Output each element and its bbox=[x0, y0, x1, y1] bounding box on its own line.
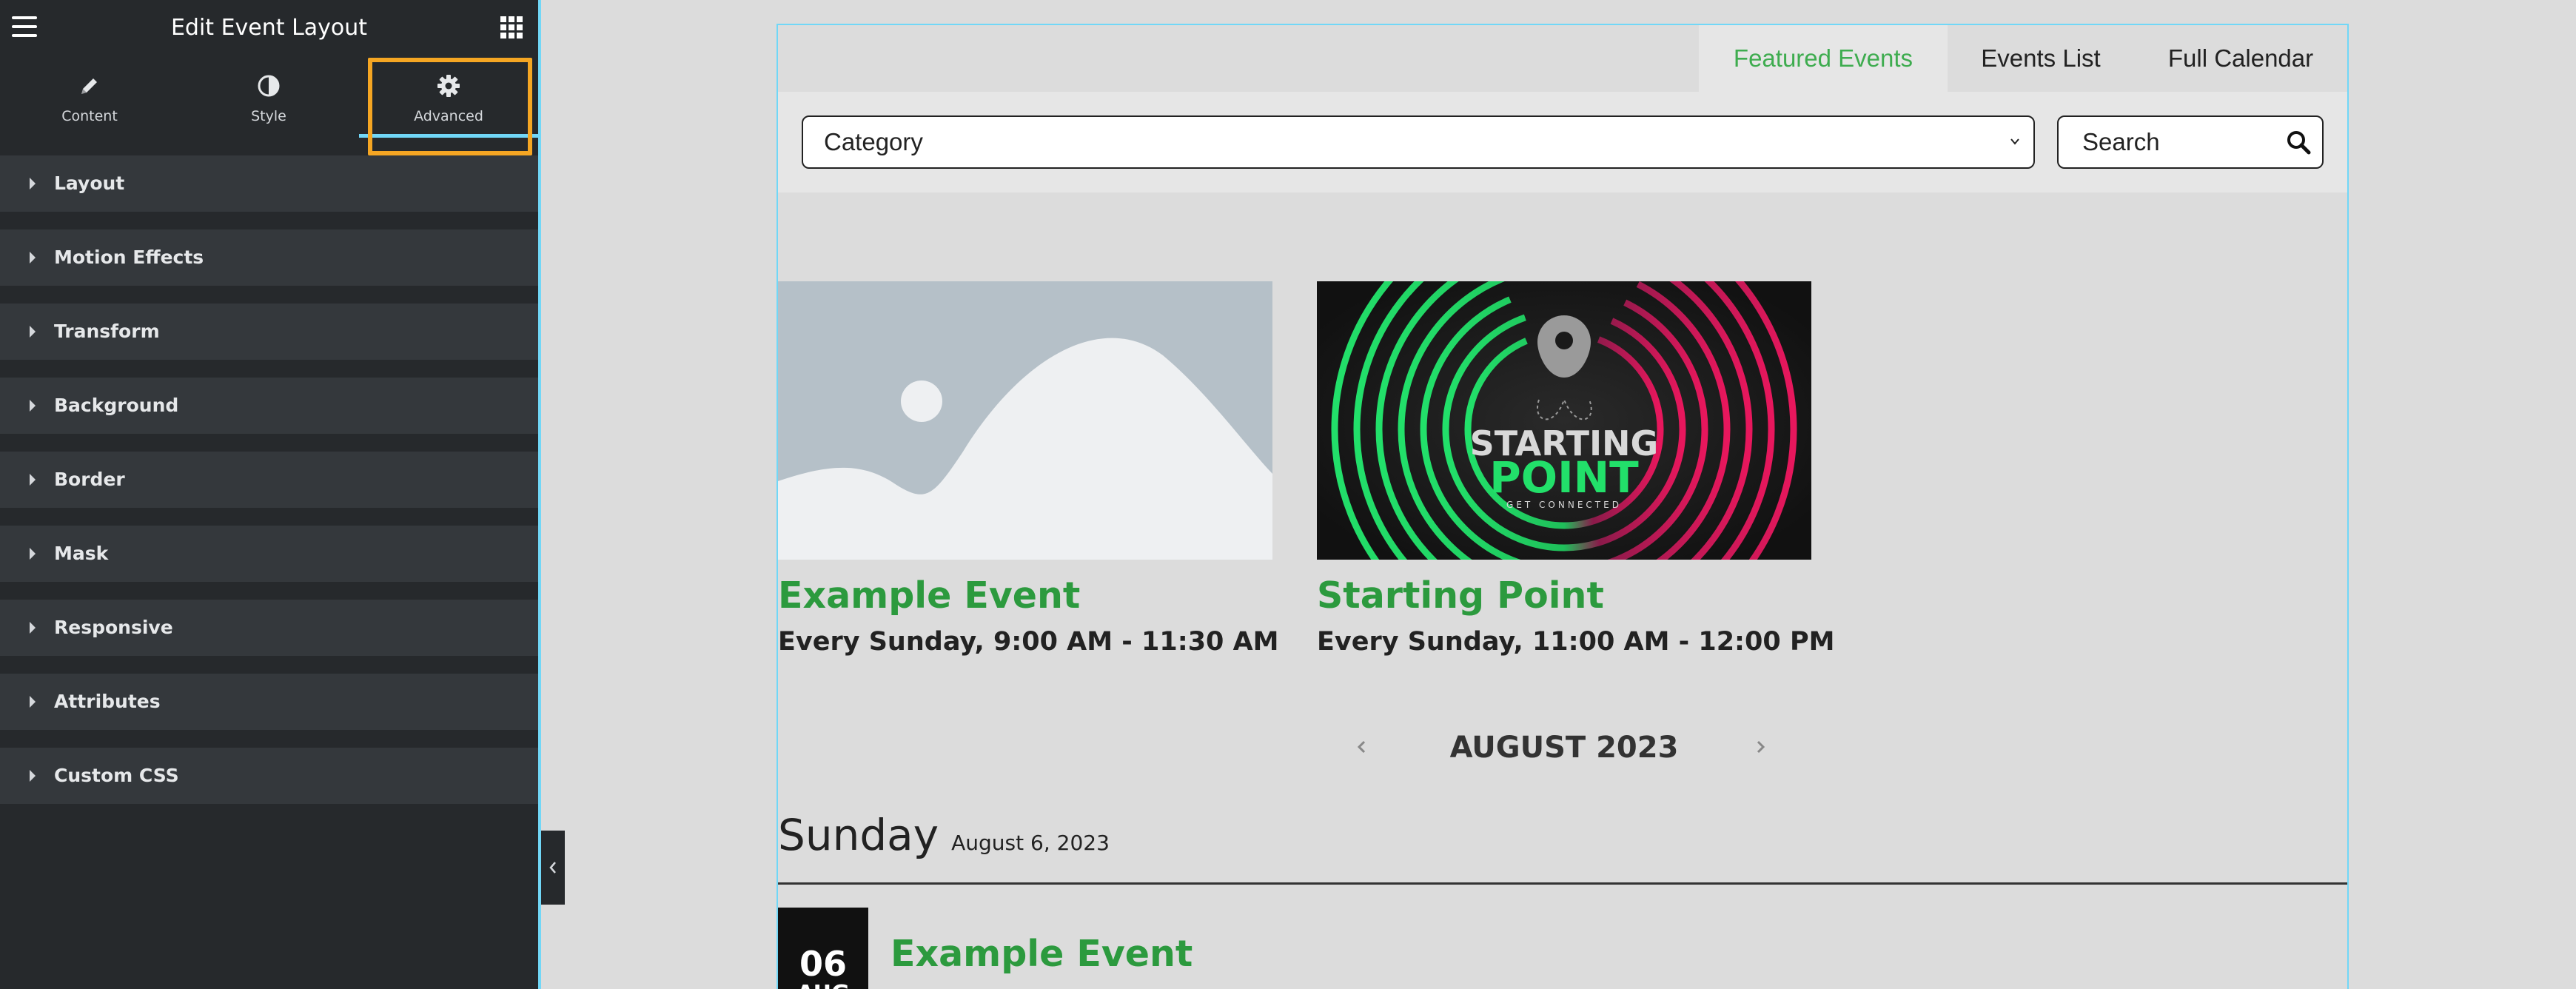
tab-full-calendar[interactable]: Full Calendar bbox=[2134, 25, 2347, 92]
gear-icon bbox=[359, 73, 538, 99]
section-mask[interactable]: Mask bbox=[0, 526, 538, 582]
category-select[interactable]: Category bbox=[802, 115, 2035, 169]
tab-style[interactable]: Style bbox=[179, 56, 358, 148]
panel-tabs: Content Style Advanced bbox=[0, 56, 538, 148]
event-title[interactable]: Starting Point bbox=[1317, 574, 1811, 617]
section-transform[interactable]: Transform bbox=[0, 304, 538, 360]
section-label: Custom CSS bbox=[54, 765, 179, 786]
caret-right-icon bbox=[30, 770, 36, 782]
section-label: Mask bbox=[54, 543, 109, 564]
section-label: Transform bbox=[54, 321, 160, 342]
active-tab-underline bbox=[359, 134, 538, 138]
featured-event-card[interactable]: STARTING POINT GET CONNECTED Starting Po… bbox=[1317, 281, 1835, 657]
featured-event-card[interactable]: Example Event Every Sunday, 9:00 AM - 11… bbox=[778, 281, 1279, 657]
collapse-panel-button[interactable] bbox=[541, 831, 565, 905]
image-text-line3: GET CONNECTED bbox=[1506, 500, 1622, 510]
events-content: Example Event Every Sunday, 9:00 AM - 11… bbox=[778, 192, 2347, 989]
section-background[interactable]: Background bbox=[0, 378, 538, 434]
event-time: Every Sunday, 11:00 AM - 12:00 PM bbox=[1317, 627, 1835, 657]
chevron-right-icon[interactable] bbox=[1754, 736, 1768, 758]
section-label: Attributes bbox=[54, 691, 161, 712]
search-input[interactable]: Search bbox=[2057, 115, 2324, 169]
tab-content[interactable]: Content bbox=[0, 56, 179, 148]
tab-events-list[interactable]: Events List bbox=[1948, 25, 2134, 92]
section-label: Motion Effects bbox=[54, 247, 204, 268]
section-attributes[interactable]: Attributes bbox=[0, 674, 538, 730]
divider bbox=[778, 882, 2347, 885]
section-label: Border bbox=[54, 469, 125, 490]
caret-right-icon bbox=[30, 622, 36, 634]
search-placeholder: Search bbox=[2082, 128, 2160, 155]
chevron-left-icon bbox=[549, 862, 556, 874]
tab-style-label: Style bbox=[251, 108, 286, 124]
section-label: Responsive bbox=[54, 617, 173, 638]
image-text-line2: POINT bbox=[1489, 452, 1639, 503]
month-navigation: AUGUST 2023 bbox=[1317, 725, 1811, 770]
section-layout[interactable]: Layout bbox=[0, 155, 538, 212]
list-event-title[interactable]: Example Event bbox=[890, 933, 1193, 975]
caret-right-icon bbox=[30, 548, 36, 560]
event-layout-widget[interactable]: Featured Events Events List Full Calenda… bbox=[777, 24, 2349, 989]
tab-advanced-label: Advanced bbox=[414, 108, 483, 124]
category-select-value: Category bbox=[824, 128, 923, 155]
view-tabs: Featured Events Events List Full Calenda… bbox=[778, 25, 2347, 92]
tab-featured-events[interactable]: Featured Events bbox=[1699, 25, 1948, 92]
caret-right-icon bbox=[30, 474, 36, 486]
chevron-down-icon bbox=[2010, 138, 2019, 145]
section-label: Layout bbox=[54, 172, 125, 194]
day-name: Sunday bbox=[778, 810, 939, 860]
event-title[interactable]: Example Event bbox=[778, 574, 1272, 617]
day-heading: Sunday August 6, 2023 bbox=[778, 810, 1110, 869]
badge-day: 06 bbox=[799, 944, 847, 984]
caret-right-icon bbox=[30, 252, 36, 264]
caret-right-icon bbox=[30, 326, 36, 338]
filter-bar: Category Search bbox=[778, 92, 2347, 192]
event-time: Every Sunday, 9:00 AM - 11:30 AM bbox=[778, 627, 1279, 657]
widgets-grid-icon[interactable] bbox=[500, 16, 523, 38]
day-date: August 6, 2023 bbox=[951, 831, 1110, 855]
search-icon[interactable] bbox=[2285, 129, 2312, 155]
month-label: AUGUST 2023 bbox=[1449, 731, 1679, 765]
starting-point-image[interactable]: STARTING POINT GET CONNECTED bbox=[1317, 281, 1811, 560]
panel-header: Edit Event Layout bbox=[0, 0, 538, 56]
caret-right-icon bbox=[30, 696, 36, 708]
section-label: Background bbox=[54, 395, 179, 416]
tab-content-label: Content bbox=[61, 108, 118, 124]
panel-title: Edit Event Layout bbox=[170, 15, 368, 41]
contrast-icon bbox=[179, 73, 358, 99]
section-motion-effects[interactable]: Motion Effects bbox=[0, 229, 538, 286]
date-badge: 06 AUG bbox=[778, 908, 868, 989]
section-responsive[interactable]: Responsive bbox=[0, 600, 538, 656]
caret-right-icon bbox=[30, 178, 36, 190]
event-placeholder-image[interactable] bbox=[778, 281, 1272, 560]
section-border[interactable]: Border bbox=[0, 452, 538, 508]
pencil-icon bbox=[0, 73, 179, 99]
section-custom-css[interactable]: Custom CSS bbox=[0, 748, 538, 804]
editor-panel: Edit Event Layout Content Style Advanced… bbox=[0, 0, 541, 989]
badge-month: AUG bbox=[778, 982, 868, 989]
caret-right-icon bbox=[30, 400, 36, 412]
